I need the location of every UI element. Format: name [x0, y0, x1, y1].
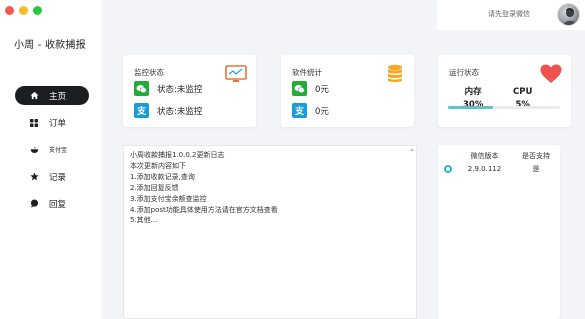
- log-line: 2.添加回复反馈: [130, 183, 179, 192]
- sidebar-item-label: 记录: [49, 172, 67, 183]
- sidebar-item-records[interactable]: 记录: [15, 167, 89, 186]
- cpu-label: CPU: [513, 87, 533, 97]
- sidebar-item-alipay[interactable]: 支付宝: [15, 140, 89, 159]
- table-header: 微信版本 是否支持: [438, 145, 560, 162]
- monitor-icon: [225, 65, 247, 87]
- sidebar-item-label: 支付宝: [49, 147, 68, 154]
- run-status-card: 运行状态 内存 30% CPU 5%: [438, 55, 571, 127]
- sidebar-item-orders[interactable]: 订单: [15, 113, 89, 132]
- sidebar: 小周 - 收款捕报 主页 订单 支付宝 记录 回复: [0, 0, 101, 319]
- chat-icon: [29, 199, 39, 209]
- sidebar-item-reply[interactable]: 回复: [15, 194, 89, 213]
- sidebar-item-home[interactable]: 主页: [15, 86, 89, 105]
- minimize-button[interactable]: [19, 6, 28, 15]
- log-line: 3.添加支付宝余额查监控: [130, 194, 207, 203]
- database-icon: [387, 64, 403, 88]
- card-title: 监控状态: [134, 68, 164, 77]
- select-column-header: [438, 151, 457, 162]
- alipay-icon: 支: [292, 103, 307, 118]
- log-line: 1.添加收款记录,查询: [130, 172, 195, 181]
- close-button[interactable]: [5, 6, 14, 15]
- card-title: 运行状态: [449, 68, 479, 77]
- version-table: 微信版本 是否支持 2.9.0.112 是: [438, 145, 560, 319]
- table-row[interactable]: 2.9.0.112 是: [438, 162, 560, 176]
- wechat-amount: 0元: [315, 84, 329, 95]
- card-title: 软件统计: [292, 68, 322, 77]
- run-progress-fill: [448, 106, 493, 109]
- window-controls: [5, 6, 42, 15]
- sidebar-item-label: 订单: [49, 118, 67, 129]
- column-header-version: 微信版本: [470, 152, 499, 160]
- memory-label: 内存: [464, 87, 482, 97]
- heart-icon: [540, 64, 562, 88]
- log-line: 5.其他...: [130, 216, 158, 225]
- column-header-supported: 是否支持: [522, 152, 550, 160]
- wechat-monitor-row: 状态:未监控: [134, 81, 202, 96]
- run-progress-bar: [448, 106, 560, 109]
- star-icon: [29, 172, 39, 182]
- log-line: 4.添加post功能具体使用方法请在官方文档查看: [130, 205, 278, 214]
- sidebar-nav: 主页 订单 支付宝 记录 回复: [15, 86, 89, 221]
- bowl-icon: [29, 145, 39, 155]
- row-radio[interactable]: [443, 165, 452, 173]
- sidebar-item-label: 回复: [49, 199, 67, 210]
- home-icon: [29, 91, 39, 101]
- wechat-icon: [134, 81, 149, 96]
- supported-cell: 是: [532, 165, 540, 173]
- avatar[interactable]: [557, 3, 580, 26]
- top-bar: 请先登录微信: [101, 0, 585, 30]
- wechat-status-text: 状态:未监控: [157, 84, 203, 95]
- app-title: 小周 - 收款捕报: [14, 40, 86, 51]
- log-line: 小周收款捕报1.0.0.2更新日志: [130, 151, 225, 159]
- maximize-button[interactable]: [33, 6, 42, 15]
- log-line: 本次更新内容如下: [130, 161, 186, 170]
- update-log[interactable]: 小周收款捕报1.0.0.2更新日志 本次更新内容如下 1.添加收款记录,查询 2…: [123, 145, 417, 319]
- grid-icon: [29, 118, 39, 128]
- sidebar-item-label: 主页: [49, 91, 67, 102]
- user-area: 请先登录微信: [437, 0, 585, 30]
- alipay-icon: 支: [134, 103, 149, 118]
- alipay-amount-row: 支 0元: [292, 103, 329, 118]
- alipay-status-text: 状态:未监控: [157, 106, 203, 117]
- software-stats-card: 软件统计 0元 支 0元: [281, 55, 414, 127]
- login-wechat-link[interactable]: 请先登录微信: [488, 9, 530, 19]
- alipay-amount: 0元: [315, 106, 329, 117]
- wechat-amount-row: 0元: [292, 81, 329, 96]
- monitor-status-card: 监控状态 状态:未监控 支 状态:未监控: [123, 55, 256, 127]
- wechat-icon: [292, 81, 307, 96]
- version-cell: 2.9.0.112: [467, 165, 502, 173]
- scroll-up-arrow-icon[interactable]: [410, 148, 414, 151]
- alipay-monitor-row: 支 状态:未监控: [134, 103, 202, 118]
